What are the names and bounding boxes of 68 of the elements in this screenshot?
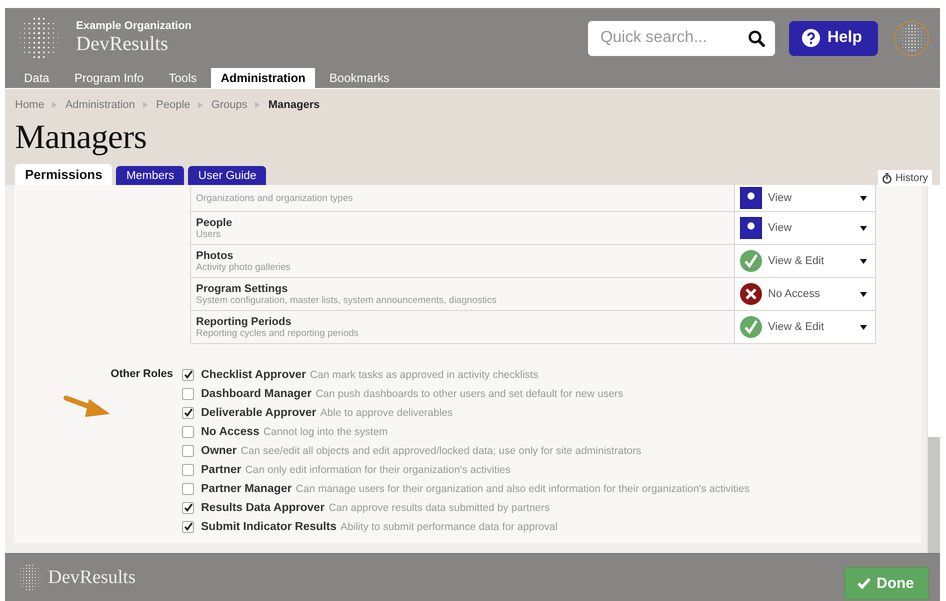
search-field[interactable]: Quick search... — [588, 20, 776, 56]
permission-description: Reporting cycles and reporting periods — [196, 328, 360, 338]
role-name: Checklist Approver — [201, 368, 306, 380]
role-description: Can see/edit all objects and edit approved/locked data; use only for site administrators — [240, 444, 642, 456]
nav-tab[interactable]: Bookmarks — [318, 68, 400, 88]
checkbox[interactable] — [182, 464, 194, 476]
role-name: Submit Indicator Results — [201, 520, 336, 532]
breadcrumb-separator-icon — [255, 102, 260, 108]
role-description: Can only edit information for their organization's activities — [245, 464, 510, 476]
app-name: DevResults — [76, 33, 170, 56]
checkbox[interactable] — [182, 520, 194, 532]
permission-title: Reporting Periods — [196, 316, 292, 328]
breadcrumb-separator-icon — [143, 102, 148, 108]
page-title: Managers — [15, 119, 148, 156]
checkbox[interactable] — [182, 368, 194, 380]
permission-description: Activity photo galleries — [196, 262, 292, 272]
role-name: Partner — [201, 464, 242, 476]
tab[interactable]: Permissions — [15, 164, 112, 185]
question-icon — [802, 29, 820, 47]
caret-icon — [860, 292, 867, 296]
organization-name: Example Organization — [76, 20, 193, 32]
caret-icon — [860, 258, 867, 264]
permission-title: Photos — [196, 250, 234, 262]
breadcrumb-separator-icon — [198, 102, 204, 108]
role-description: Able to approve deliverables — [320, 406, 453, 418]
app-name: DevResults — [48, 566, 137, 588]
checkmark-icon — [856, 577, 870, 589]
role-name: Dashboard Manager — [201, 388, 312, 400]
permission-description: Organizations and organization types — [196, 192, 354, 204]
stopwatch-icon — [882, 172, 892, 184]
permission-description: Users — [196, 228, 222, 240]
caret-icon — [860, 226, 867, 230]
tab[interactable]: User Guide — [188, 166, 266, 185]
role-description: Can approve results data submitted by partners — [328, 502, 550, 514]
nav-tab[interactable]: Data — [13, 68, 60, 88]
user-avatar[interactable] — [894, 20, 929, 56]
permission-title: Program Settings — [196, 282, 289, 294]
role-name: Results Data Approver — [201, 502, 325, 514]
role-name: Partner Manager — [201, 482, 292, 494]
permission-description: System configuration, master lists, system announcements, diagnostics — [196, 294, 498, 306]
caret-icon — [860, 196, 867, 200]
help-button[interactable]: Help — [789, 20, 878, 56]
search-icon[interactable] — [748, 30, 766, 46]
checkbox[interactable] — [182, 426, 194, 438]
role-description: Can manage users for their organization and also edit information for their organization's activities — [296, 482, 750, 494]
nav-tab[interactable]: Program Info — [63, 68, 155, 88]
permission-title: People — [196, 216, 234, 228]
checkbox[interactable] — [182, 406, 194, 418]
nav-tab[interactable]: Administration — [210, 68, 316, 88]
role-name: Deliverable Approver — [201, 406, 316, 418]
role-description: Ability to submit performance data for approval — [340, 520, 558, 532]
history-button[interactable]: History — [878, 170, 932, 186]
roles-label: Other Roles — [110, 367, 174, 382]
role-name: No Access — [201, 426, 260, 438]
nav-tab[interactable]: Tools — [158, 68, 208, 88]
breadcrumb-separator-icon — [52, 102, 58, 108]
tab[interactable]: Members — [116, 166, 184, 185]
checkbox[interactable] — [182, 482, 194, 494]
checkbox[interactable] — [182, 388, 194, 400]
scrollbar[interactable] — [927, 185, 940, 553]
caret-icon — [860, 324, 867, 330]
role-description: Cannot log into the system — [263, 426, 388, 438]
role-description: Can mark tasks as approved in activity checklists — [310, 368, 538, 380]
checkbox[interactable] — [182, 502, 194, 514]
breadcrumb-current: Managers — [268, 99, 320, 111]
checkbox[interactable] — [182, 444, 194, 456]
role-name: Owner — [201, 444, 237, 456]
role-description: Can push dashboards to other users and set default for new users — [316, 388, 624, 400]
